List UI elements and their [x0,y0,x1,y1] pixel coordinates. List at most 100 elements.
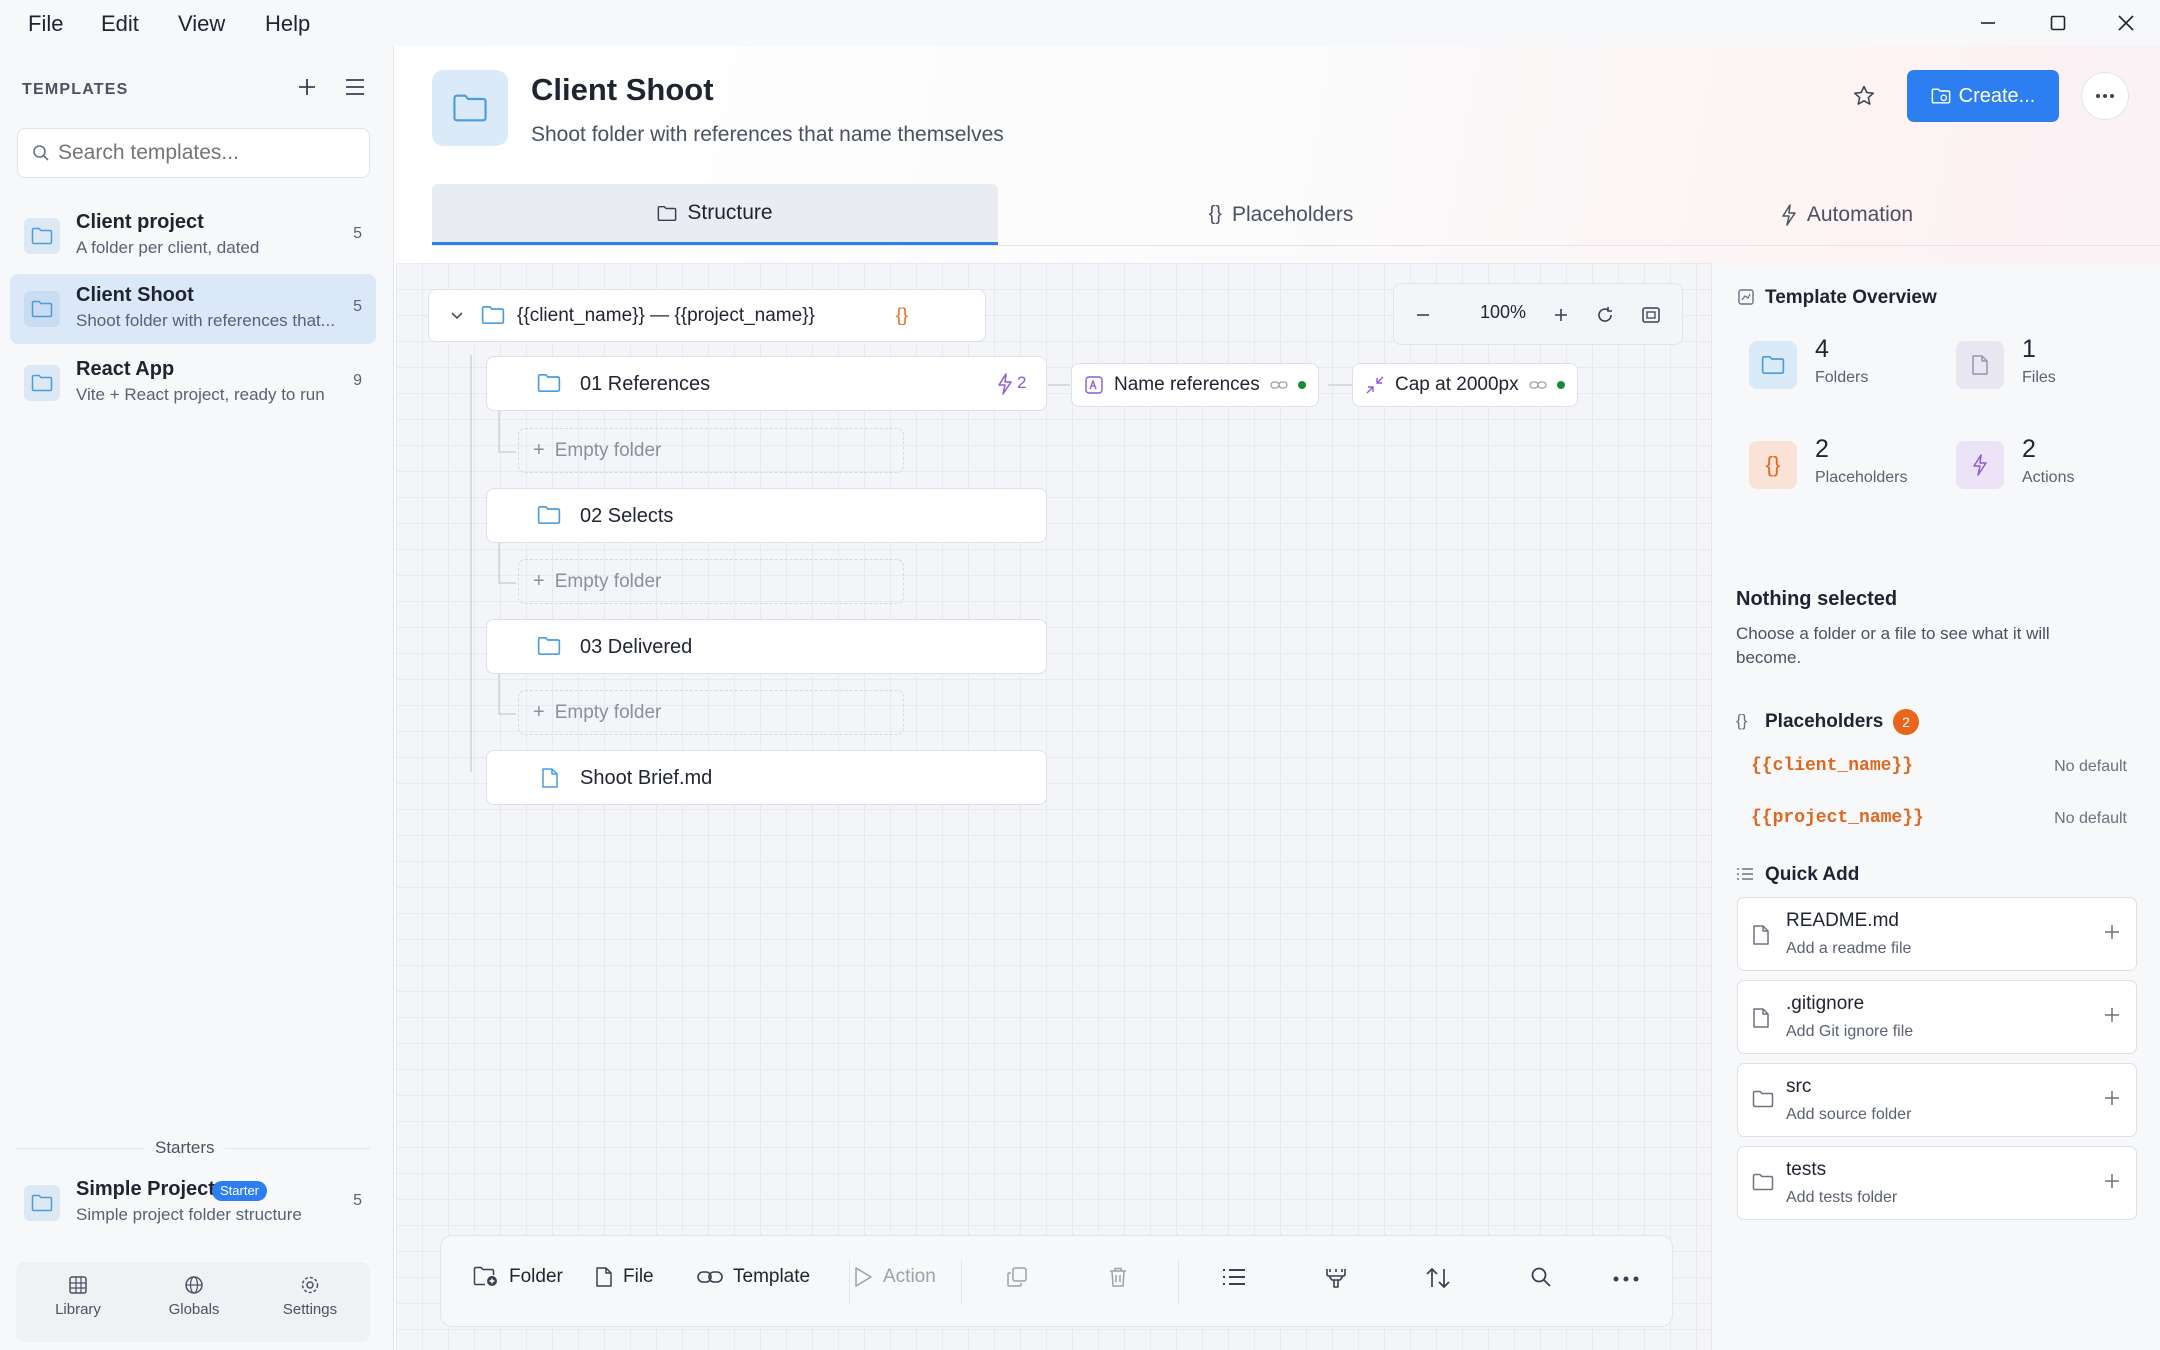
nav-library[interactable]: Library [20,1275,136,1335]
tab-automation[interactable]: Automation [1564,184,2130,245]
list-menu-icon[interactable] [344,77,366,97]
fit-view-icon[interactable] [1636,300,1666,330]
quick-add-readme[interactable]: README.md Add a readme file [1737,897,2137,971]
template-item-client-shoot[interactable]: Client Shoot Shoot folder with reference… [10,274,376,344]
bolt-icon [998,373,1012,395]
reset-view-icon[interactable] [1590,300,1620,330]
close-window-button[interactable] [2096,4,2156,42]
add-folder-button[interactable]: Folder [473,1266,563,1288]
more-options-button[interactable] [2081,72,2129,120]
list-icon [1223,1269,1245,1285]
status-dot [1297,381,1306,389]
folder-plus-icon [1931,88,1951,104]
folder-plus-icon [473,1266,497,1286]
placeholder-row[interactable]: {{project_name}} No default [1737,796,2139,840]
add-action-button[interactable]: Action [853,1266,936,1288]
overview-title: Template Overview [1765,287,1937,308]
quick-add-tests[interactable]: tests Add tests folder [1737,1146,2137,1220]
quick-add-gitignore[interactable]: .gitignore Add Git ignore file [1737,980,2137,1054]
file-node-shoot-brief[interactable]: Shoot Brief.md [486,750,1047,805]
menu-edit[interactable]: Edit [101,11,139,37]
nav-globals[interactable]: Globals [136,1275,252,1335]
tab-structure[interactable]: Structure [432,184,998,245]
template-desc: Shoot folder with references that... [76,311,335,330]
chip-label: Cap at 2000px [1395,374,1519,395]
template-item-react-app[interactable]: React App Vite + React project, ready to… [10,348,376,418]
trash-icon [1110,1267,1126,1287]
folder-node-delivered[interactable]: 03 Delivered [486,619,1047,674]
sidebar-section-title: TEMPLATES [22,81,129,98]
minimize-button[interactable] [1958,4,2018,42]
status-dot [1556,381,1565,389]
root-folder-node[interactable]: {{client_name}} — {{project_name}} {} [428,289,986,342]
template-name: Simple Project [76,1178,215,1200]
toolbar-label: Action [883,1266,936,1287]
action-count: 2 [1017,373,1027,392]
root-folder-name: {{client_name}} — {{project_name}} [517,305,815,326]
zoom-out-button[interactable] [1408,300,1438,330]
shrink-icon [1366,376,1384,394]
zoom-in-button[interactable] [1546,300,1576,330]
empty-folder-placeholder[interactable]: + Empty folder [518,559,904,604]
page-subtitle: Shoot folder with references that name t… [531,123,1004,146]
plus-icon[interactable] [2102,1088,2122,1108]
menu-help[interactable]: Help [265,11,310,37]
action-chip-cap-2000px[interactable]: Cap at 2000px [1352,363,1578,407]
placeholder-name: {{project_name}} [1751,808,1924,828]
quick-add-src[interactable]: src Add source folder [1737,1063,2137,1137]
tab-placeholders[interactable]: {} Placeholders [998,184,1564,245]
list-view-button[interactable] [1221,1266,1247,1288]
add-file-button[interactable]: File [595,1266,654,1288]
template-count: 5 [353,225,362,242]
menubar: File Edit View Help [0,0,2160,46]
quick-add-name: .gitignore [1786,993,1865,1014]
template-count: 5 [353,1192,362,1209]
stat-label: Actions [2022,469,2075,486]
template-item-client-project[interactable]: Client project A folder per client, date… [10,201,376,271]
nav-settings[interactable]: Settings [252,1275,368,1335]
action-chip-name-references[interactable]: Name references [1071,363,1319,407]
plus-icon[interactable] [2102,922,2122,942]
menu-view[interactable]: View [178,11,225,37]
file-icon [1956,341,2004,389]
ai-rename-icon [1085,376,1103,394]
add-template-icon[interactable] [296,76,318,98]
maximize-button[interactable] [2028,4,2088,42]
folder-icon [537,374,561,392]
template-desc: Simple project folder structure [76,1205,302,1224]
clean-button[interactable] [1324,1266,1348,1290]
stat-label: Folders [1815,369,1869,386]
duplicate-button[interactable] [1006,1266,1028,1288]
toolbar-more-button[interactable] [1613,1276,1639,1282]
chip-label: Name references [1114,374,1260,395]
folder-icon [537,506,561,524]
sort-button[interactable] [1425,1266,1451,1290]
plus-icon[interactable] [2102,1171,2122,1191]
bolt-icon [1782,203,1796,226]
search-canvas-button[interactable] [1530,1266,1552,1288]
create-button[interactable]: Create... [1907,70,2059,122]
quick-add-desc: Add Git ignore file [1786,1023,1914,1040]
chevron-down-icon[interactable] [449,309,465,321]
favorite-star-icon[interactable] [1846,78,1882,114]
delete-button[interactable] [1107,1266,1129,1288]
search-input[interactable] [58,129,358,177]
folder-node-selects[interactable]: 02 Selects [486,488,1047,543]
template-item-simple-project[interactable]: Simple Project Starter Simple project fo… [10,1168,376,1238]
toolbar-label: File [623,1266,654,1287]
toolbar-separator [1178,1260,1179,1304]
add-template-button[interactable]: Template [697,1266,810,1288]
folder-node-references[interactable]: 01 References 2 [486,356,1047,411]
placeholder-default: No default [2054,810,2127,827]
link-icon [1528,381,1547,389]
folder-icon [24,291,60,327]
plus-icon[interactable] [2102,1005,2122,1025]
template-desc: Vite + React project, ready to run [76,385,325,404]
file-icon [542,768,558,788]
starter-badge: Starter [212,1181,268,1201]
folder-name: 01 References [580,373,711,395]
empty-folder-placeholder[interactable]: + Empty folder [518,690,904,735]
menu-file[interactable]: File [28,11,63,37]
placeholder-row[interactable]: {{client_name}} No default [1737,744,2139,788]
empty-folder-placeholder[interactable]: + Empty folder [518,428,904,473]
